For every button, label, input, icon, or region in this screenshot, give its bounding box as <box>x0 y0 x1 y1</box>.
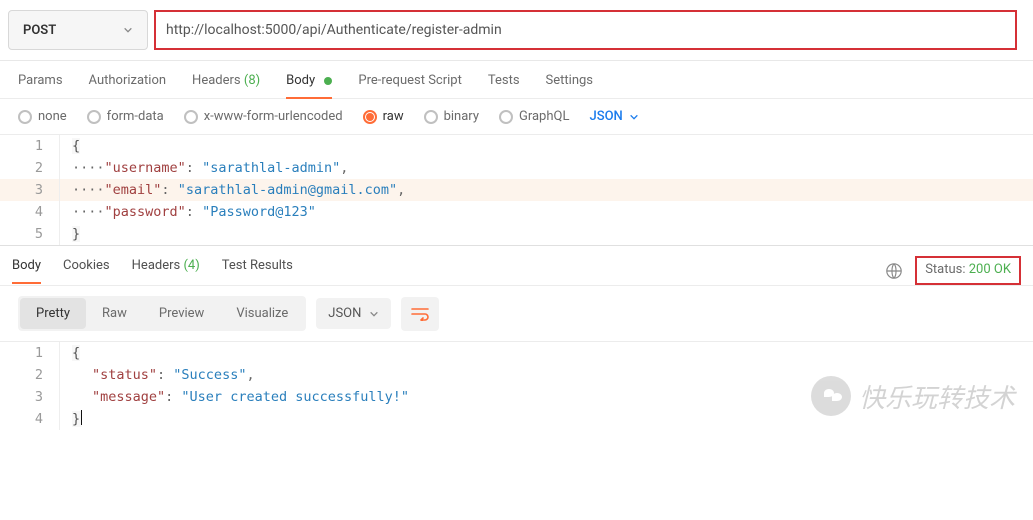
tab-body-label: Body <box>286 73 315 88</box>
line-number: 1 <box>0 342 60 364</box>
resp-tab-body[interactable]: Body <box>12 258 41 283</box>
watermark: 快乐玩转技术 <box>811 376 1015 416</box>
tab-authorization[interactable]: Authorization <box>89 73 167 98</box>
status-badge: Status: 200 OK <box>915 256 1021 285</box>
tab-settings[interactable]: Settings <box>546 73 593 98</box>
resp-tab-cookies[interactable]: Cookies <box>63 258 110 283</box>
line-number: 3 <box>0 179 60 201</box>
response-tabstrip: Body Cookies Headers (4) Test Results <box>12 258 293 283</box>
line-number: 3 <box>0 386 60 408</box>
seg-raw[interactable]: Raw <box>86 298 143 329</box>
chevron-down-icon <box>123 25 133 35</box>
response-format-select[interactable]: JSON <box>316 298 391 329</box>
response-format-label: JSON <box>328 306 361 321</box>
radio-graphql[interactable]: GraphQL <box>499 109 569 124</box>
body-format-select[interactable]: JSON <box>589 109 638 124</box>
radio-form-data[interactable]: form-data <box>87 109 164 124</box>
body-type-row: none form-data x-www-form-urlencoded raw… <box>0 99 1033 135</box>
watermark-text: 快乐玩转技术 <box>859 378 1015 415</box>
tab-headers-label: Headers <box>192 73 241 88</box>
wrap-button[interactable] <box>401 297 439 331</box>
radio-icon <box>499 110 513 124</box>
url-input[interactable]: http://localhost:5000/api/Authenticate/r… <box>154 10 1017 50</box>
radio-icon <box>184 110 198 124</box>
request-tabstrip: Params Authorization Headers (8) Body Pr… <box>0 61 1033 99</box>
radio-binary[interactable]: binary <box>424 109 479 124</box>
tab-headers[interactable]: Headers (8) <box>192 73 260 98</box>
wrap-icon <box>411 307 429 321</box>
method-select[interactable]: POST <box>8 10 148 50</box>
dot-icon <box>324 77 332 85</box>
body-format-label: JSON <box>589 109 622 124</box>
tab-prerequest[interactable]: Pre-request Script <box>358 73 461 98</box>
seg-pretty[interactable]: Pretty <box>20 298 86 329</box>
resp-tab-headers[interactable]: Headers (4) <box>132 258 200 283</box>
status-label: Status: <box>925 262 965 277</box>
line-number: 2 <box>0 157 60 179</box>
status-value: 200 OK <box>969 262 1011 277</box>
radio-raw[interactable]: raw <box>363 109 404 124</box>
seg-preview[interactable]: Preview <box>143 298 220 329</box>
resp-tab-testresults[interactable]: Test Results <box>222 258 293 283</box>
line-number: 1 <box>0 135 60 157</box>
radio-urlencoded[interactable]: x-www-form-urlencoded <box>184 109 343 124</box>
radio-icon <box>18 110 32 124</box>
radio-none[interactable]: none <box>18 109 67 124</box>
radio-icon <box>87 110 101 124</box>
globe-icon[interactable] <box>885 262 903 280</box>
line-number: 5 <box>0 223 60 245</box>
watermark-icon <box>811 376 851 416</box>
radio-icon <box>363 110 377 124</box>
line-number: 4 <box>0 408 60 430</box>
method-label: POST <box>23 23 56 38</box>
radio-icon <box>424 110 438 124</box>
url-value: http://localhost:5000/api/Authenticate/r… <box>166 22 502 38</box>
request-body-editor[interactable]: 1{ 2····"username": "sarathlal-admin", 3… <box>0 135 1033 246</box>
seg-visualize[interactable]: Visualize <box>220 298 304 329</box>
tab-body[interactable]: Body <box>286 73 332 98</box>
tab-tests[interactable]: Tests <box>488 73 520 98</box>
resp-tab-headers-count: (4) <box>183 258 199 273</box>
response-viewbar: Pretty Raw Preview Visualize JSON <box>0 286 1033 342</box>
chevron-down-icon <box>629 112 639 122</box>
resp-tab-headers-label: Headers <box>132 258 181 273</box>
line-number: 4 <box>0 201 60 223</box>
view-segmented: Pretty Raw Preview Visualize <box>18 296 306 331</box>
tab-headers-count: (8) <box>244 73 260 88</box>
chevron-down-icon <box>369 309 379 319</box>
line-number: 2 <box>0 364 60 386</box>
tab-params[interactable]: Params <box>18 73 63 98</box>
